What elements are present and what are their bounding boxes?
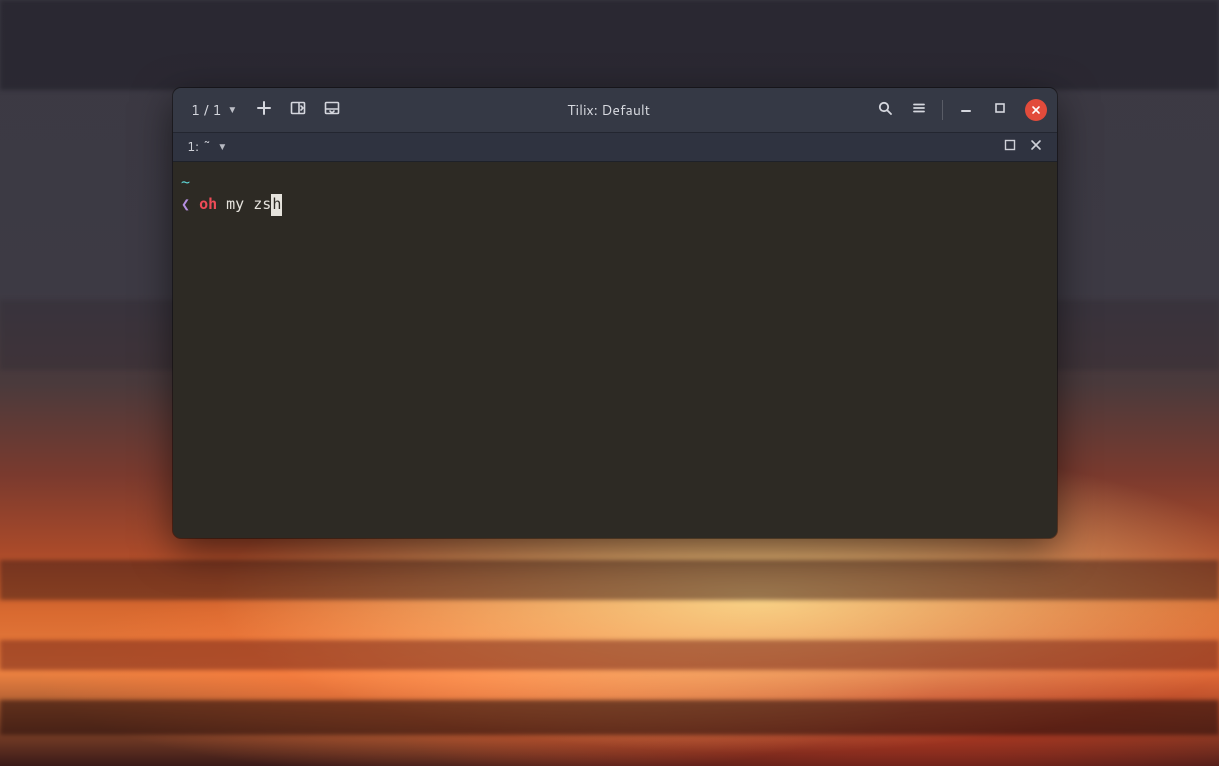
terminal-cursor: h bbox=[271, 194, 282, 216]
wallpaper-cloud bbox=[0, 0, 1219, 90]
chevron-down-icon: ▼ bbox=[227, 103, 237, 117]
titlebar-separator bbox=[942, 100, 943, 120]
split-down-icon bbox=[324, 100, 340, 121]
cmd-token: zs bbox=[253, 195, 271, 213]
minimize-icon bbox=[958, 100, 974, 121]
hamburger-icon bbox=[911, 100, 927, 121]
pane-maximize-button[interactable] bbox=[997, 135, 1023, 159]
cmd-token: my bbox=[226, 195, 244, 213]
plus-icon bbox=[256, 100, 272, 121]
new-session-button[interactable] bbox=[249, 95, 279, 125]
wallpaper-cloud bbox=[0, 700, 1219, 735]
tab-label: 1: ~ bbox=[187, 138, 211, 156]
prompt-glyph: ❮ bbox=[181, 195, 190, 213]
search-icon bbox=[877, 100, 893, 121]
pane-bar: 1: ~ ▼ bbox=[173, 132, 1057, 162]
app-menu-button[interactable] bbox=[904, 95, 934, 125]
terminal-tab[interactable]: 1: ~ ▼ bbox=[181, 135, 233, 159]
close-icon bbox=[1030, 138, 1042, 156]
maximize-icon bbox=[992, 100, 1008, 121]
session-counter: 1 / 1 bbox=[191, 100, 221, 120]
pane-close-button[interactable] bbox=[1023, 135, 1049, 159]
cmd-token: oh bbox=[199, 195, 217, 213]
close-icon bbox=[1031, 100, 1041, 120]
wallpaper-cloud bbox=[0, 560, 1219, 600]
prompt-cwd: ~ bbox=[181, 173, 190, 191]
titlebar: 1 / 1 ▼ Tilix: Default bbox=[173, 88, 1057, 132]
split-down-button[interactable] bbox=[317, 95, 347, 125]
split-right-icon bbox=[290, 100, 306, 121]
window-title: Tilix: Default bbox=[567, 100, 650, 120]
window-maximize-button[interactable] bbox=[985, 95, 1015, 125]
window-minimize-button[interactable] bbox=[951, 95, 981, 125]
split-right-button[interactable] bbox=[283, 95, 313, 125]
search-button[interactable] bbox=[870, 95, 900, 125]
wallpaper-cloud bbox=[0, 640, 1219, 670]
session-picker[interactable]: 1 / 1 ▼ bbox=[183, 95, 245, 125]
window-close-button[interactable] bbox=[1025, 99, 1047, 121]
tilix-window: 1 / 1 ▼ Tilix: Default bbox=[173, 88, 1057, 538]
pane-maximize-icon bbox=[1004, 138, 1016, 156]
chevron-down-icon: ▼ bbox=[217, 140, 227, 154]
terminal-viewport[interactable]: ~ ❮ oh my zsh bbox=[173, 162, 1057, 538]
